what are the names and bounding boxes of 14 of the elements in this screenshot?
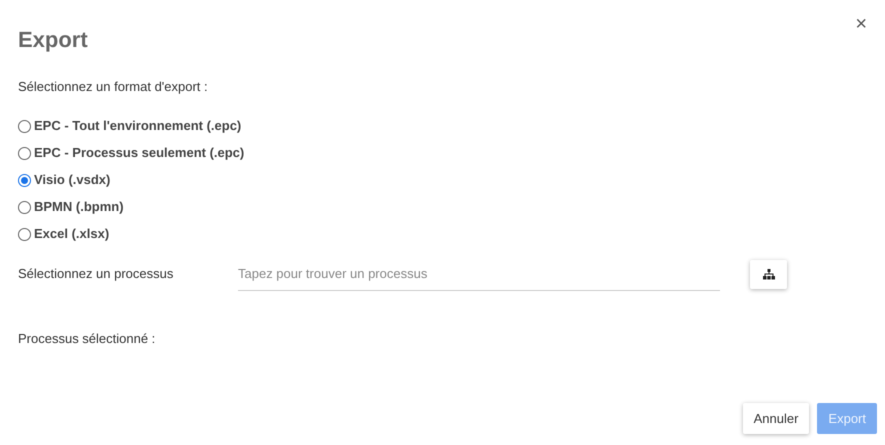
format-radio[interactable]: EPC - Tout l'environnement (.epc) (18, 117, 242, 135)
format-radio[interactable]: EPC - Processus seulement (.epc) (18, 144, 244, 162)
process-label: Sélectionnez un processus (18, 265, 174, 284)
cancel-button[interactable]: Annuler (742, 403, 810, 434)
dialog-title: Export (18, 26, 89, 54)
hierarchy-icon (762, 268, 774, 280)
format-radio[interactable]: BPMN (.bpmn) (18, 198, 124, 216)
hierarchy-button[interactable] (750, 260, 787, 288)
selected-process-label: Processus sélectionné : (18, 331, 156, 347)
process-search-field[interactable]: Tapez pour trouver un processus (238, 257, 720, 291)
format-label: Sélectionnez un format d'export : (18, 79, 209, 95)
close-button[interactable]: × (855, 14, 867, 34)
format-radio[interactable]: Excel (.xlsx) (18, 225, 110, 243)
format-radio[interactable]: Visio (.vsdx) (18, 171, 110, 189)
